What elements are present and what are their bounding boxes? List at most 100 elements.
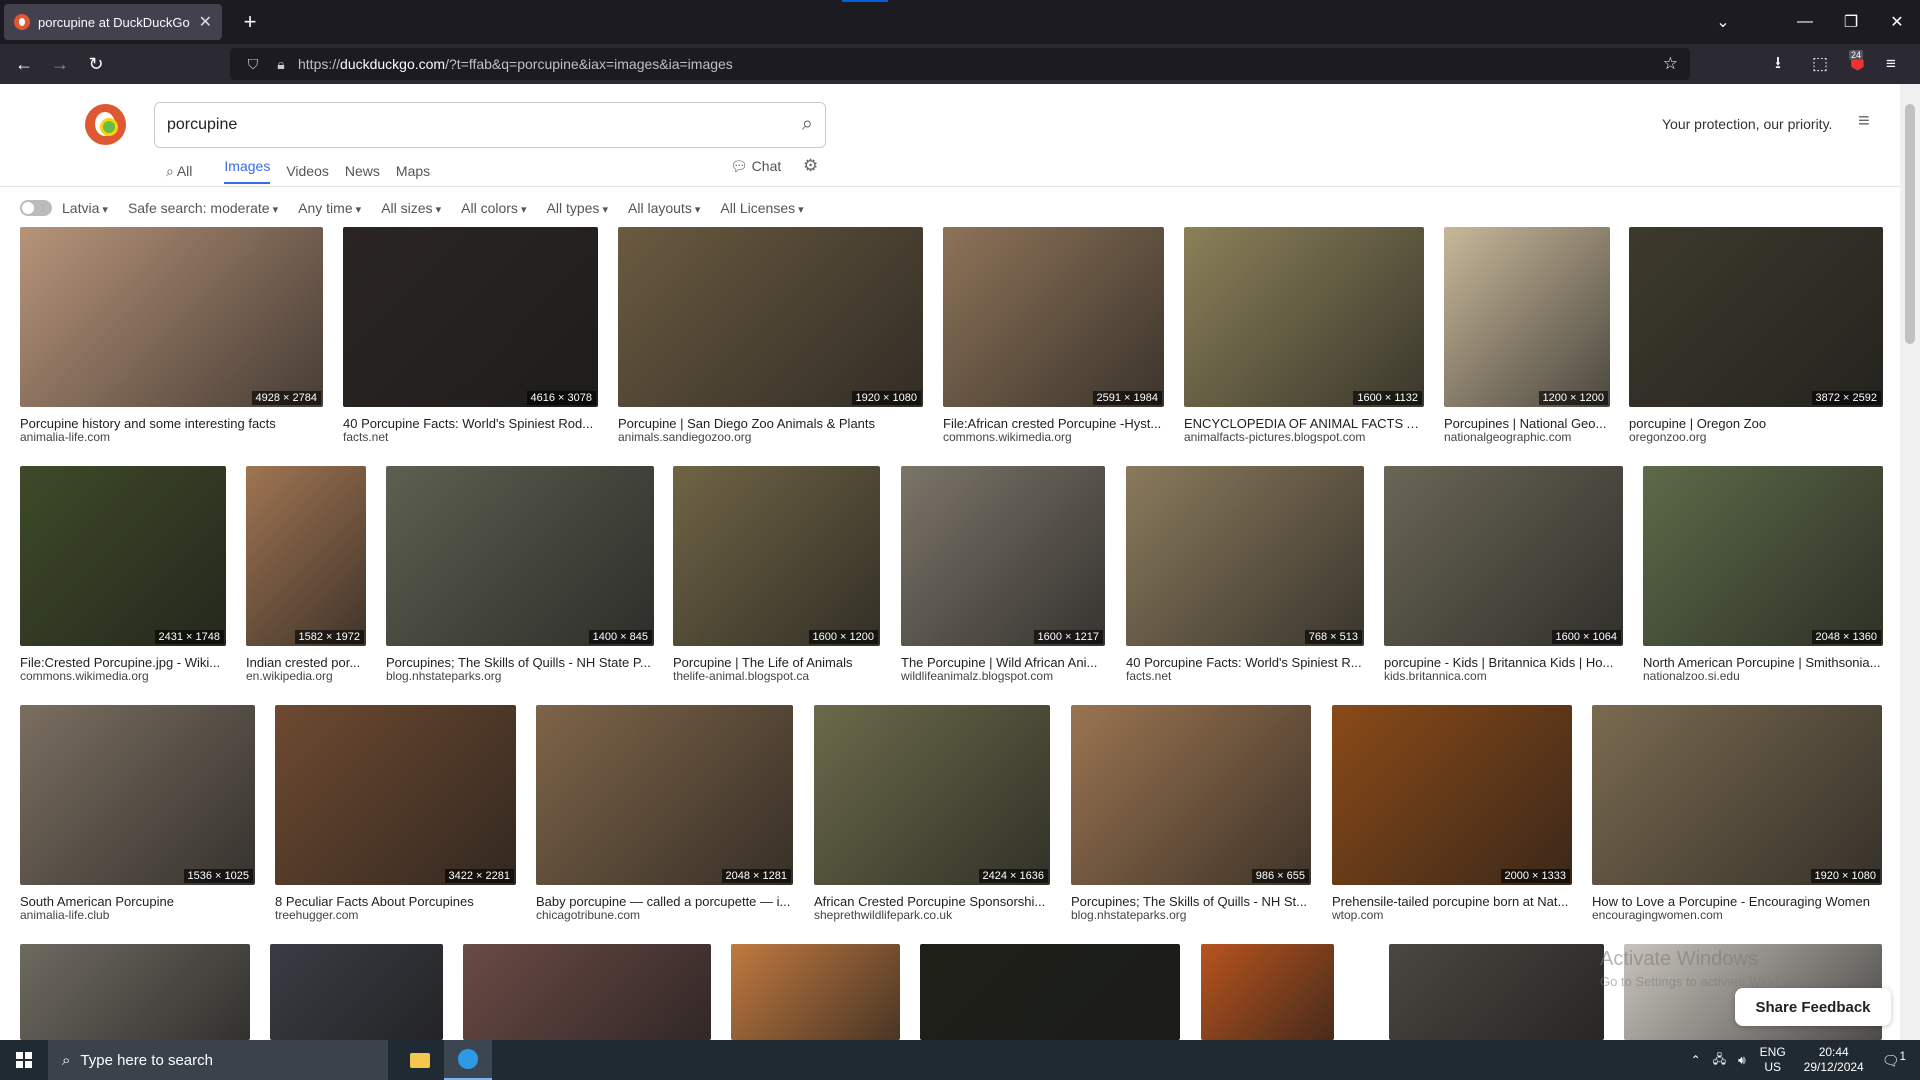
filter-region[interactable]: Latvia — [62, 200, 108, 216]
tracking-protection-icon[interactable]: ⛉ — [242, 56, 264, 73]
language-indicator[interactable]: ENG US — [1760, 1045, 1786, 1075]
image-result[interactable]: 4616 × 3078 40 Porcupine Facts: World's S… — [343, 227, 598, 444]
region-toggle[interactable] — [20, 200, 52, 216]
filter-time[interactable]: Any time — [298, 200, 361, 216]
result-thumbnail[interactable] — [386, 466, 654, 646]
tab-all[interactable]: ⌕ All — [166, 158, 208, 184]
image-result[interactable]: 1200 × 1200 Porcupines | National Geo... n… — [1444, 227, 1610, 444]
result-source[interactable]: commons.wikimedia.org — [20, 669, 226, 683]
result-source[interactable]: commons.wikimedia.org — [943, 430, 1164, 444]
image-result[interactable]: 1582 × 1972 Indian crested por... en.wikip… — [246, 466, 366, 683]
reload-icon[interactable]: ↻ — [78, 48, 114, 80]
app-menu-icon[interactable]: ≡ — [1886, 44, 1896, 84]
result-thumbnail[interactable] — [731, 944, 900, 1040]
lock-icon[interactable]: 🔒︎ — [270, 56, 292, 73]
browser-taskbar-icon[interactable] — [444, 1040, 492, 1080]
downloads-icon[interactable]: ⭳ — [1775, 44, 1781, 84]
share-feedback-button[interactable]: Share Feedback — [1735, 988, 1891, 1026]
result-thumbnail[interactable] — [1389, 944, 1604, 1040]
result-source[interactable]: facts.net — [343, 430, 598, 444]
image-result[interactable]: 1600 × 1200 Porcupine | The Life of Anima… — [673, 466, 880, 683]
result-thumbnail[interactable] — [1201, 944, 1334, 1040]
result-title[interactable]: African Crested Porcupine Sponsorshi... — [814, 894, 1050, 909]
image-result[interactable]: 986 × 655 Porcupines; The Skills of Quill… — [1071, 705, 1311, 922]
result-title[interactable]: Porcupine | San Diego Zoo Animals & Plan… — [618, 416, 923, 431]
result-title[interactable]: The Porcupine | Wild African Ani... — [901, 655, 1105, 670]
result-title[interactable]: 8 Peculiar Facts About Porcupines — [275, 894, 516, 909]
restore-window-icon[interactable]: ❐ — [1828, 0, 1874, 44]
result-title[interactable]: porcupine | Oregon Zoo — [1629, 416, 1883, 431]
new-tab-button[interactable]: + — [236, 9, 264, 35]
result-thumbnail[interactable] — [1332, 705, 1572, 885]
image-result[interactable]: 2048 × 1360 North American Porcupine | Sm… — [1643, 466, 1883, 683]
result-source[interactable]: wildlifeanimalz.blogspot.com — [901, 669, 1105, 683]
image-result[interactable]: 2591 × 1984 File:African crested Porcupin… — [943, 227, 1164, 444]
result-title[interactable]: ENCYCLOPEDIA OF ANIMAL FACTS A... — [1184, 416, 1424, 431]
result-thumbnail[interactable] — [1444, 227, 1610, 407]
image-result[interactable]: 1536 × 1025 South American Porcupine anima… — [20, 705, 255, 922]
minimize-window-icon[interactable]: — — [1782, 0, 1828, 44]
chat-link[interactable]: 💬︎ Chat — [730, 158, 781, 175]
result-source[interactable]: kids.britannica.com — [1384, 669, 1623, 683]
close-tab-icon[interactable]: ✕ — [199, 12, 212, 32]
result-thumbnail[interactable] — [343, 227, 598, 407]
search-icon[interactable]: ⌕ — [802, 113, 813, 136]
image-result[interactable]: 1600 × 1217 The Porcupine | Wild African … — [901, 466, 1105, 683]
result-thumbnail[interactable] — [618, 227, 923, 407]
result-thumbnail[interactable] — [1629, 227, 1883, 407]
result-thumbnail[interactable] — [20, 466, 226, 646]
image-result[interactable]: 2424 × 1636 African Crested Porcupine Spo… — [814, 705, 1050, 922]
image-result-partial[interactable] — [1201, 944, 1334, 1040]
result-title[interactable]: How to Love a Porcupine - Encouraging Wo… — [1592, 894, 1882, 909]
result-source[interactable]: animalia-life.club — [20, 908, 255, 922]
result-thumbnail[interactable] — [814, 705, 1050, 885]
back-icon[interactable]: ← — [6, 48, 42, 80]
result-thumbnail[interactable] — [1643, 466, 1883, 646]
network-icon[interactable]: 🖧︎ — [1713, 1050, 1726, 1071]
settings-gear-icon[interactable]: ⚙ — [803, 156, 818, 176]
clock[interactable]: 20:44 29/12/2024 — [1804, 1045, 1864, 1075]
image-result[interactable]: 3872 × 2592 porcupine | Oregon Zoo oregonz… — [1629, 227, 1883, 444]
image-result[interactable]: 4928 × 2784 Porcupine history and some in… — [20, 227, 323, 444]
browser-tab[interactable]: porcupine at DuckDuckGo ✕ — [4, 4, 222, 40]
result-thumbnail[interactable] — [20, 227, 323, 407]
result-thumbnail[interactable] — [673, 466, 880, 646]
taskbar-search-box[interactable]: ⌕ Type here to search — [48, 1040, 388, 1080]
result-thumbnail[interactable] — [536, 705, 793, 885]
result-source[interactable]: wtop.com — [1332, 908, 1572, 922]
image-result-partial[interactable] — [20, 944, 250, 1040]
result-title[interactable]: Indian crested por... — [246, 655, 366, 670]
result-source[interactable]: animalia-life.com — [20, 430, 323, 444]
image-result-partial[interactable] — [1389, 944, 1604, 1040]
image-result[interactable]: 2048 × 1281 Baby porcupine — called a por… — [536, 705, 793, 922]
result-title[interactable]: porcupine - Kids | Britannica Kids | Ho.… — [1384, 655, 1623, 670]
notifications-icon[interactable]: 🗨︎1 — [1882, 1050, 1906, 1070]
result-source[interactable]: en.wikipedia.org — [246, 669, 366, 683]
result-title[interactable]: Baby porcupine — called a porcupette — i… — [536, 894, 793, 909]
result-source[interactable]: animalfacts-pictures.blogspot.com — [1184, 430, 1424, 444]
image-result[interactable]: 3422 × 2281 8 Peculiar Facts About Porcup… — [275, 705, 516, 922]
bookmark-star-icon[interactable]: ☆ — [1663, 54, 1678, 74]
windows-start-icon[interactable] — [0, 1040, 48, 1080]
result-source[interactable]: chicagotribune.com — [536, 908, 793, 922]
image-result[interactable]: 2000 × 1333 Prehensile-tailed porcupine b… — [1332, 705, 1572, 922]
filter-size[interactable]: All sizes — [381, 200, 441, 216]
result-source[interactable]: nationalzoo.si.edu — [1643, 669, 1883, 683]
result-source[interactable]: thelife-animal.blogspot.ca — [673, 669, 880, 683]
result-thumbnail[interactable] — [463, 944, 711, 1040]
result-thumbnail[interactable] — [275, 705, 516, 885]
hamburger-menu-icon[interactable]: ≡ — [1858, 110, 1870, 133]
result-title[interactable]: File:African crested Porcupine -Hyst... — [943, 416, 1164, 431]
result-title[interactable]: Prehensile-tailed porcupine born at Nat.… — [1332, 894, 1572, 909]
result-thumbnail[interactable] — [920, 944, 1180, 1040]
result-source[interactable]: blog.nhstateparks.org — [1071, 908, 1311, 922]
result-source[interactable]: oregonzoo.org — [1629, 430, 1883, 444]
result-title[interactable]: Porcupines; The Skills of Quills - NH St… — [386, 655, 654, 670]
result-thumbnail[interactable] — [1384, 466, 1623, 646]
result-thumbnail[interactable] — [20, 705, 255, 885]
close-window-icon[interactable]: ✕ — [1874, 0, 1920, 44]
tab-maps[interactable]: Maps — [396, 158, 430, 184]
filter-color[interactable]: All colors — [461, 200, 526, 216]
forward-icon[interactable]: → — [42, 48, 78, 80]
result-title[interactable]: Porcupines | National Geo... — [1444, 416, 1610, 431]
